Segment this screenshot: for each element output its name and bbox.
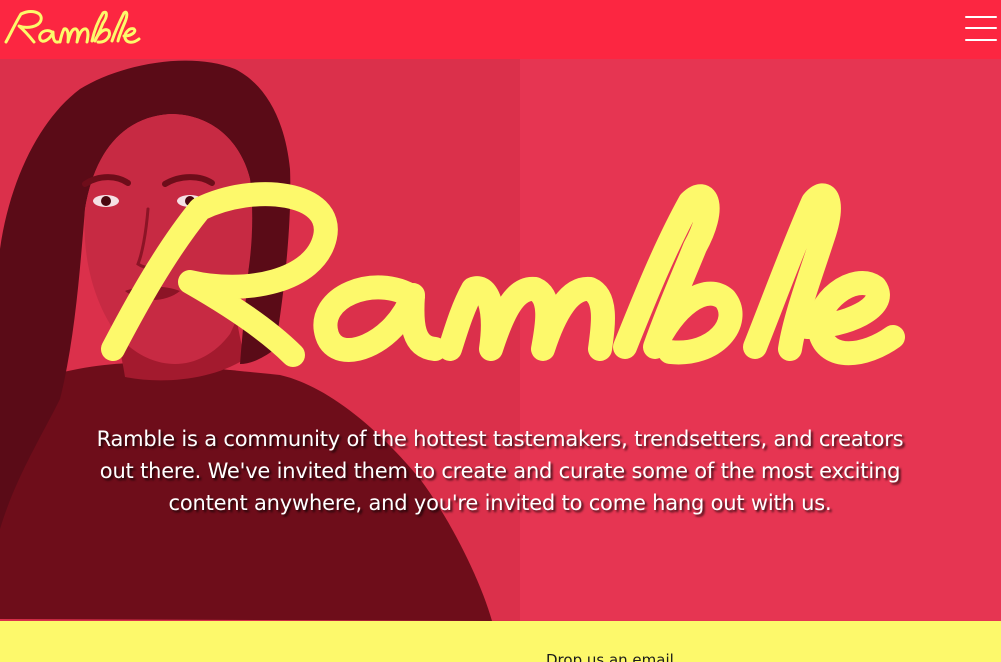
menu-bar-middle xyxy=(965,27,997,29)
hero-section: Ramble is a community of the hottest tas… xyxy=(0,59,1001,621)
footer-contact-band: Drop us an email xyxy=(0,621,1001,662)
menu-bar-top xyxy=(965,16,997,18)
hero-ramble-logo xyxy=(101,182,905,367)
menu-bar-bottom xyxy=(965,39,997,41)
top-navigation-bar xyxy=(0,0,1001,59)
hero-description-text: Ramble is a community of the hottest tas… xyxy=(96,427,904,515)
ramble-logo xyxy=(4,10,141,44)
hamburger-menu-icon[interactable] xyxy=(965,14,997,44)
email-contact-link[interactable]: Drop us an email xyxy=(546,651,674,662)
